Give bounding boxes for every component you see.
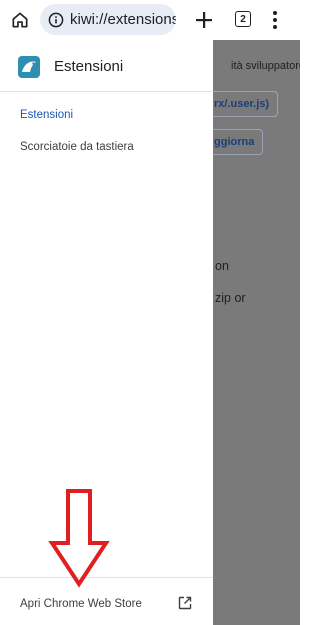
page-text-line1: on <box>215 259 229 273</box>
info-icon[interactable] <box>48 12 64 28</box>
developer-mode-label: ità sviluppatore <box>231 60 300 72</box>
more-vert-icon[interactable] <box>268 9 282 31</box>
screen: kiwi://extensions 2 ità sviluppatore rx/… <box>0 0 300 625</box>
update-button: ggiorna <box>213 129 264 155</box>
address-bar[interactable]: kiwi://extensions <box>40 4 176 35</box>
load-unpacked-button: rx/.user.js) <box>213 91 279 117</box>
red-down-arrow-icon <box>48 489 110 588</box>
open-web-store-label: Apri Chrome Web Store <box>20 598 142 610</box>
nav-item-extensions[interactable]: Estensioni <box>20 109 73 121</box>
drawer-header: Estensioni <box>0 40 213 92</box>
home-icon[interactable] <box>8 8 32 32</box>
url-text: kiwi://extensions <box>70 11 176 28</box>
browser-toolbar: kiwi://extensions 2 <box>0 0 300 40</box>
kiwi-logo-icon <box>18 56 40 78</box>
open-in-new-icon[interactable] <box>178 596 192 610</box>
plus-icon[interactable] <box>191 7 217 33</box>
page-text-line2: zip or <box>215 291 246 305</box>
drawer-title: Estensioni <box>54 58 124 75</box>
page-overlay[interactable]: ità sviluppatore rx/.user.js) ggiorna on… <box>213 40 300 625</box>
nav-item-keyboard-shortcuts[interactable]: Scorciatoie da tastiera <box>20 141 134 153</box>
tab-count: 2 <box>240 13 246 25</box>
tab-switcher-icon[interactable]: 2 <box>235 11 251 27</box>
